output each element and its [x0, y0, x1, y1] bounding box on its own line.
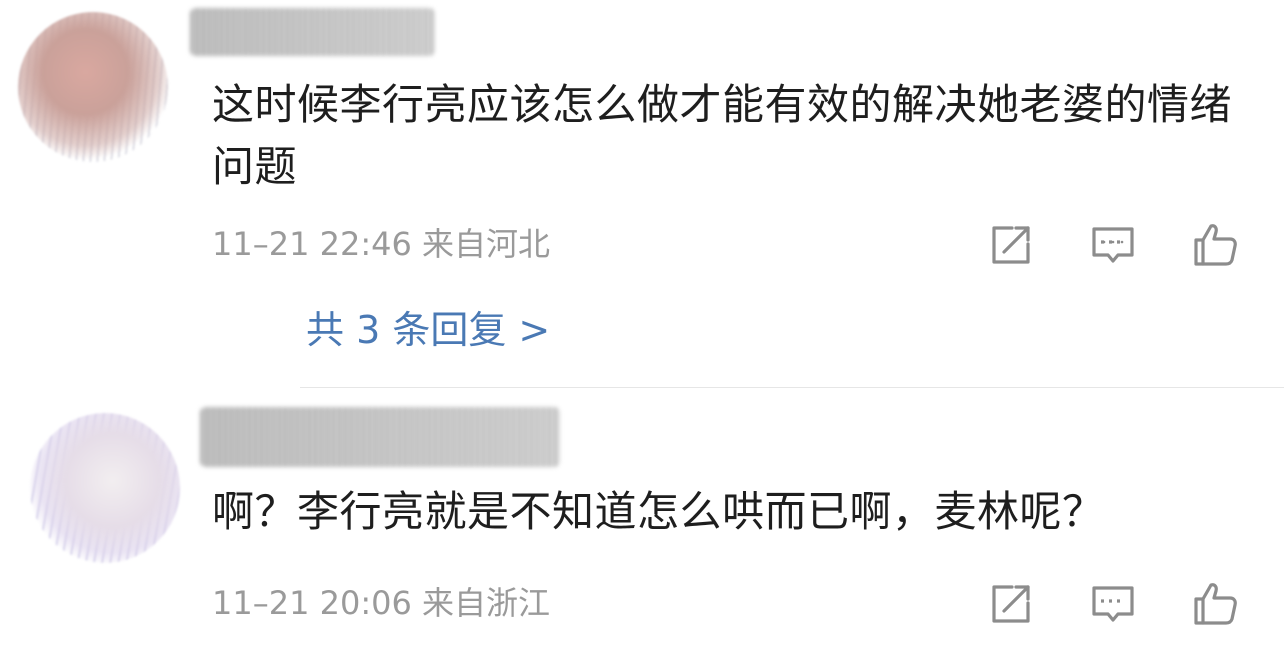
- comment-time: 11–21 20:06: [212, 584, 412, 622]
- like-icon: [1194, 583, 1237, 625]
- comment-actions: [986, 579, 1246, 629]
- like-button[interactable]: [1190, 220, 1240, 270]
- username-blurred[interactable]: [200, 407, 560, 467]
- comment-icon: [1092, 586, 1134, 622]
- like-button[interactable]: [1190, 579, 1240, 629]
- username-blurred[interactable]: [190, 8, 435, 56]
- avatar[interactable]: [30, 413, 180, 563]
- comment-meta: 11–21 20:06 来自浙江: [212, 583, 550, 623]
- share-icon: [992, 226, 1030, 264]
- comment-button[interactable]: [1088, 220, 1138, 270]
- divider: [300, 387, 1284, 388]
- view-replies-link[interactable]: 共 3 条回复 >: [306, 308, 550, 352]
- comment-location: 来自河北: [422, 225, 551, 263]
- comment-time: 11–21 22:46: [212, 225, 412, 263]
- comment-location: 来自浙江: [422, 584, 551, 622]
- share-button[interactable]: [986, 579, 1036, 629]
- comment-icon: [1092, 227, 1134, 263]
- share-button[interactable]: [986, 220, 1036, 270]
- comment-text: 这时候李行亮应该怎么做才能有效的解决她老婆的情绪问题: [212, 80, 1233, 191]
- comment-actions: [986, 220, 1246, 270]
- comment-item: 啊？李行亮就是不知道怎么哄而已啊，麦林呢？ 11–21 20:06 来自浙江: [0, 389, 1284, 646]
- comment-button[interactable]: [1088, 579, 1138, 629]
- comment-meta: 11–21 22:46 来自河北: [212, 224, 550, 264]
- avatar[interactable]: [18, 12, 168, 162]
- comment-text: 啊？李行亮就是不知道怎么哄而已啊，麦林呢？: [212, 487, 1105, 536]
- share-icon: [992, 585, 1030, 623]
- comment-item: 这时候李行亮应该怎么做才能有效的解决她老婆的情绪问题 11–21 22:46 来…: [0, 0, 1284, 388]
- like-icon: [1194, 224, 1237, 266]
